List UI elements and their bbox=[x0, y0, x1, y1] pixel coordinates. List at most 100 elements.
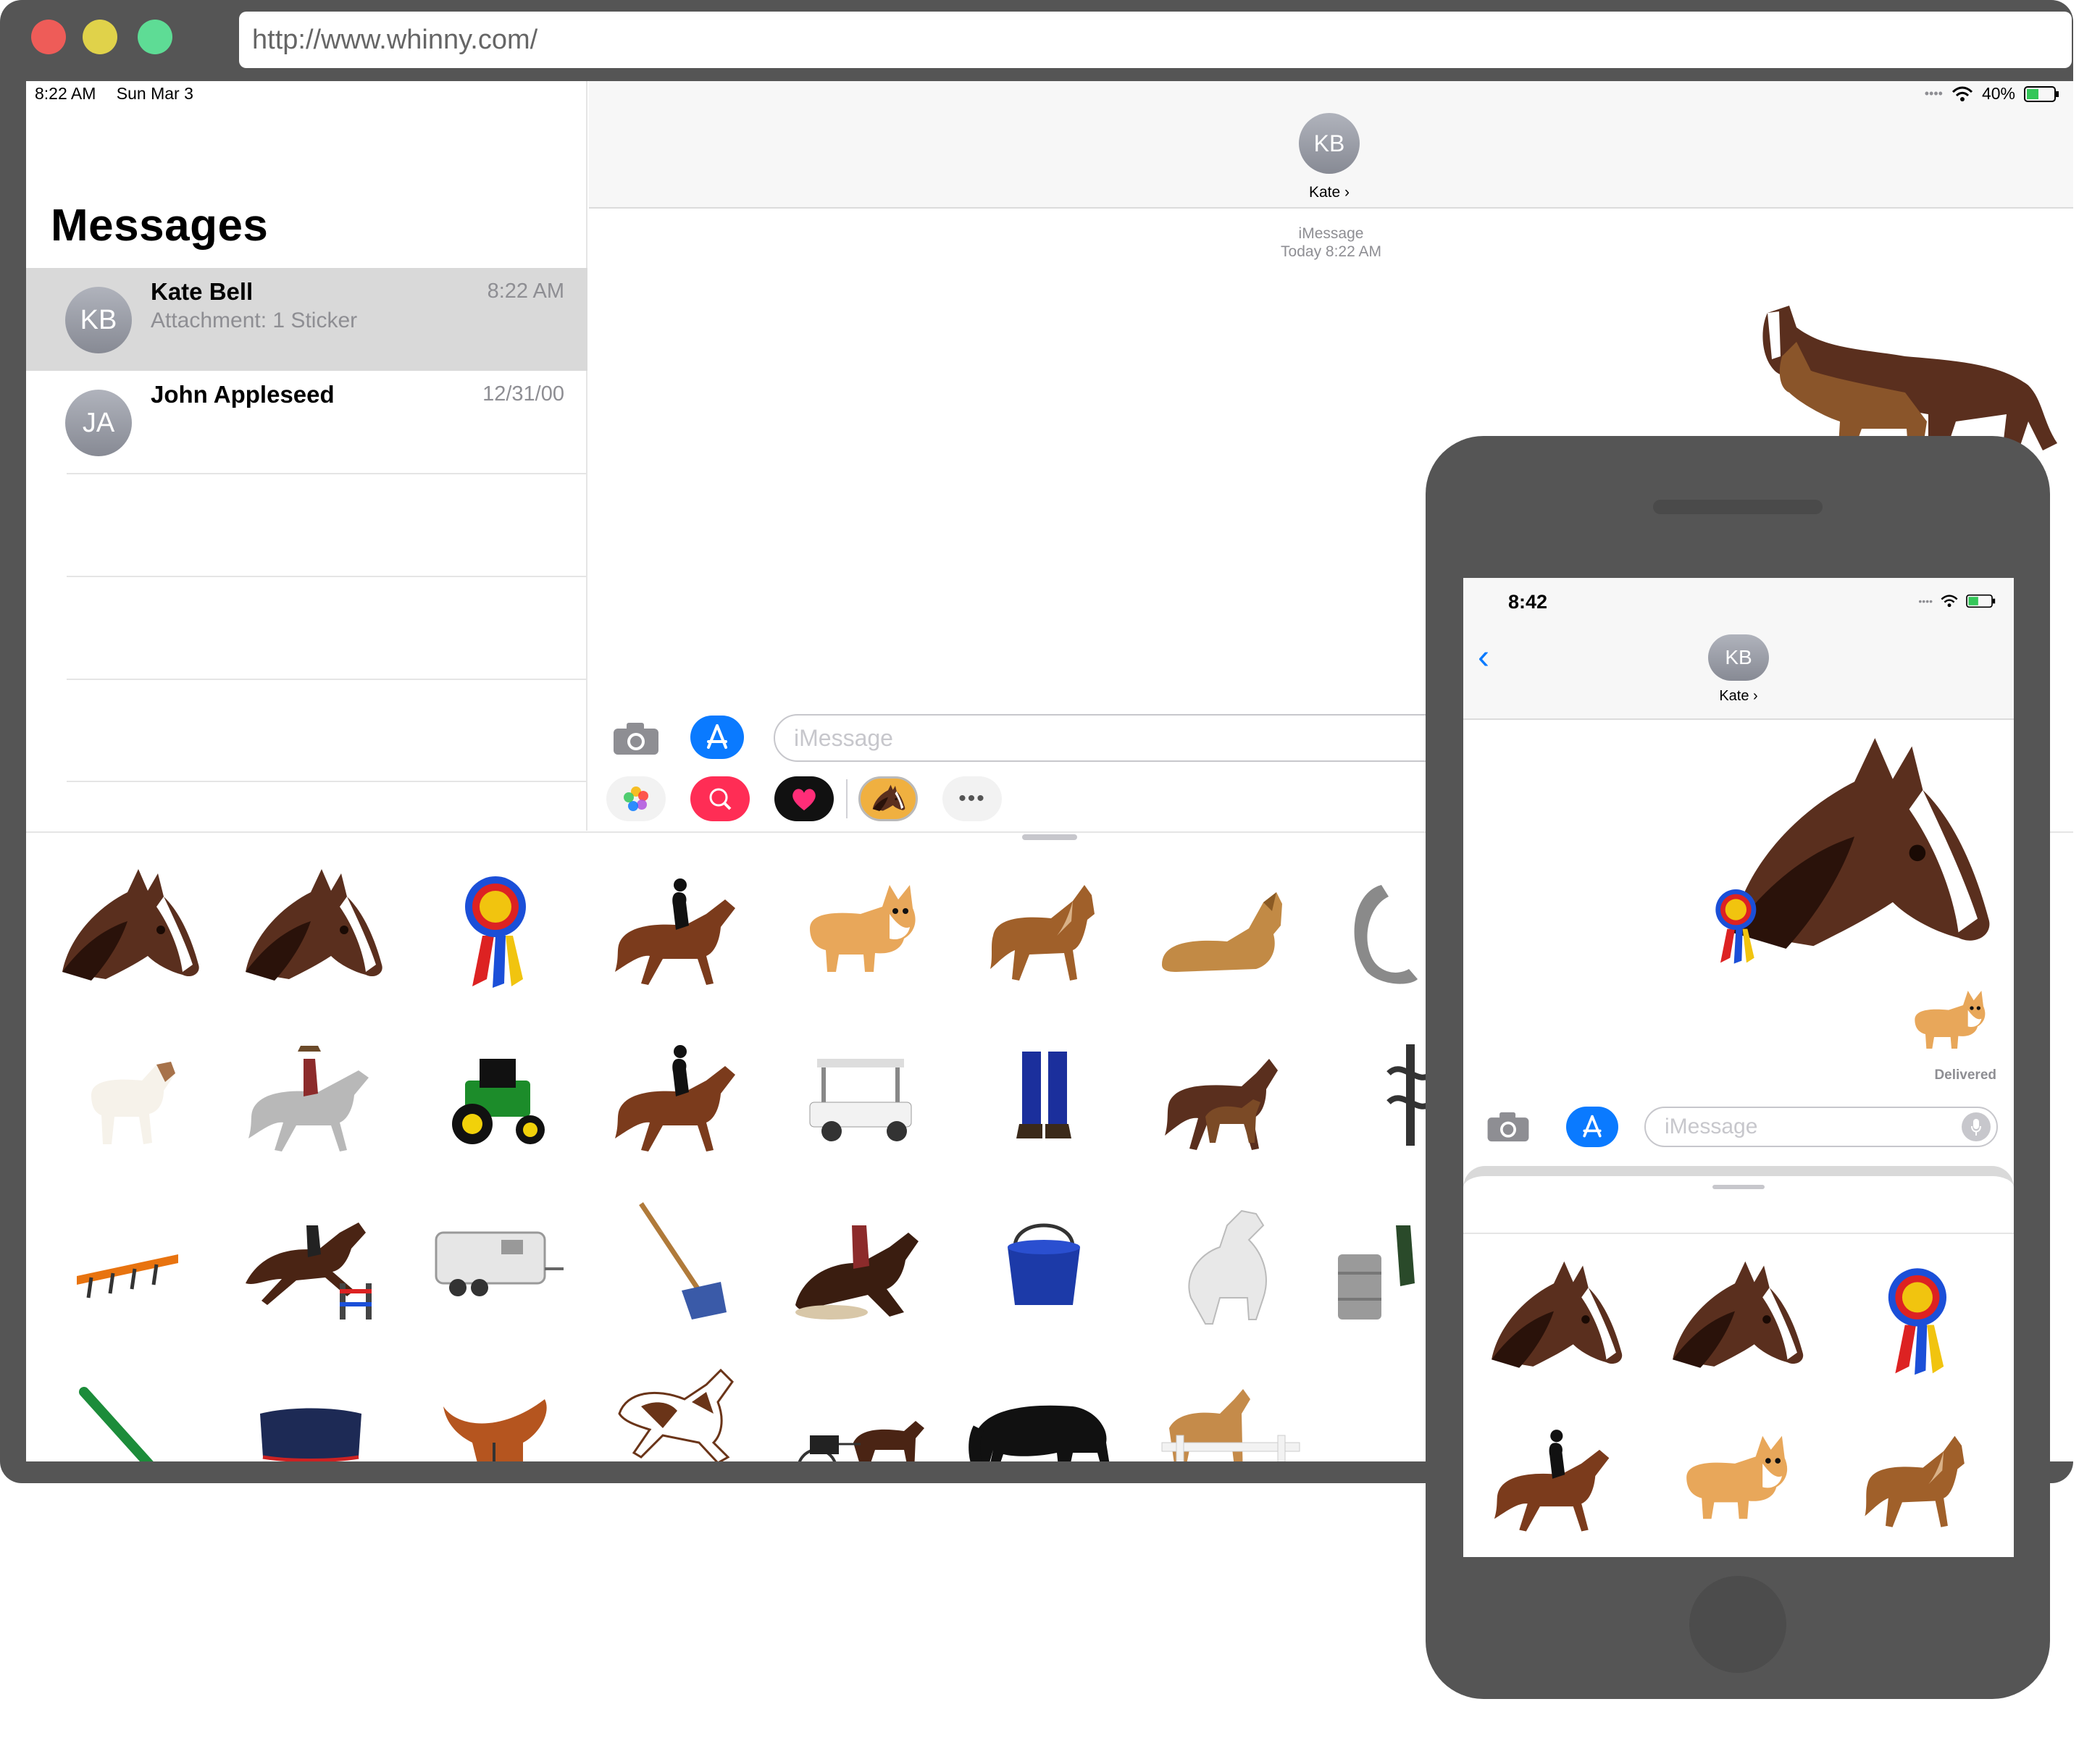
url-text: http://www.whinny.com/ bbox=[252, 24, 538, 55]
battery-percent: 40% bbox=[1981, 84, 2015, 103]
camera-icon bbox=[1487, 1112, 1529, 1142]
status-date: Sun Mar 3 bbox=[116, 84, 193, 103]
message-composer: iMessage ••• bbox=[589, 711, 1498, 831]
heart-icon bbox=[792, 789, 816, 810]
sticker-bucking-pinto[interactable] bbox=[598, 1341, 757, 1461]
list-divider bbox=[67, 576, 587, 577]
iphone-sticker-drawer bbox=[1463, 1166, 2014, 1557]
conversation-name: John Appleseed bbox=[151, 381, 335, 408]
sticker-horse-head[interactable] bbox=[1478, 1256, 1630, 1380]
image-search-app-button[interactable] bbox=[690, 776, 750, 821]
sticker-corgi[interactable] bbox=[1659, 1415, 1811, 1540]
iphone-status-time: 8:42 bbox=[1508, 591, 1548, 613]
conversation-time: 12/31/00 bbox=[482, 382, 564, 406]
sticker-horse-head-alt[interactable] bbox=[1659, 1256, 1811, 1380]
drawer-grab-handle[interactable] bbox=[1022, 834, 1077, 840]
sticker-pony[interactable] bbox=[964, 863, 1124, 994]
sticker-show-jumper[interactable] bbox=[231, 1196, 390, 1327]
iphone-screen: 8:42 •••• ‹ KB Kate › Delivered iMessage bbox=[1463, 578, 2014, 1557]
sticker-manure-fork[interactable] bbox=[598, 1196, 757, 1327]
sticker-reining-horse[interactable] bbox=[781, 1196, 940, 1327]
microphone-button[interactable] bbox=[1962, 1112, 1991, 1141]
sticker-feed-bucket[interactable] bbox=[964, 1196, 1124, 1327]
avatar: KB bbox=[65, 287, 132, 353]
sticker-grazing-horse[interactable] bbox=[964, 1363, 1124, 1461]
cellular-dots-icon: •••• bbox=[1924, 86, 1943, 101]
sticker-golf-cart[interactable] bbox=[781, 1030, 940, 1160]
list-divider bbox=[67, 781, 587, 782]
camera-button[interactable] bbox=[1485, 1111, 1531, 1146]
message-service-label: iMessage Today 8:22 AM bbox=[589, 225, 2073, 261]
camera-button[interactable] bbox=[611, 718, 661, 759]
photos-icon bbox=[624, 786, 648, 811]
sticker-tractor[interactable] bbox=[414, 1030, 574, 1160]
contact-avatar[interactable]: KB bbox=[1708, 634, 1769, 681]
conversation-preview: Attachment: 1 Sticker bbox=[151, 309, 358, 332]
sticker-dressage-rider[interactable] bbox=[1478, 1415, 1630, 1540]
conversation-header: KB Kate › bbox=[589, 81, 2073, 209]
sticker-jack-russell-terrier[interactable] bbox=[48, 1030, 207, 1160]
sticker-pony[interactable] bbox=[1840, 1415, 1992, 1540]
camera-icon bbox=[614, 723, 658, 755]
app-store-button[interactable] bbox=[1566, 1107, 1618, 1147]
status-bar-right: •••• 40% bbox=[1925, 84, 2060, 104]
whinny-sticker-app-button[interactable] bbox=[858, 776, 918, 821]
sticker-horse-at-fence[interactable] bbox=[1147, 1363, 1307, 1461]
conversation-name: Kate Bell bbox=[151, 278, 254, 305]
sticker-mare-and-foal[interactable] bbox=[1147, 1030, 1307, 1160]
message-input[interactable]: iMessage bbox=[774, 714, 1498, 762]
message-input-placeholder: iMessage bbox=[1665, 1115, 1758, 1138]
digital-touch-app-button[interactable] bbox=[774, 776, 834, 821]
back-chevron-icon[interactable]: ‹ bbox=[1478, 637, 1489, 677]
sticker-saddle[interactable] bbox=[414, 1363, 574, 1461]
iphone-status-icons: •••• bbox=[1918, 594, 1996, 608]
cellular-dots-icon: •••• bbox=[1918, 595, 1933, 607]
conversation-row-kate-bell[interactable]: KB Kate Bell Attachment: 1 Sticker 8:22 … bbox=[26, 268, 587, 371]
avatar: JA bbox=[65, 390, 132, 456]
conversation-list-pane: 8:22 AM Sun Mar 3 Messages KB Kate Bell … bbox=[26, 81, 587, 831]
sticker-rosette-ribbon[interactable] bbox=[414, 863, 574, 994]
conversation-row-john-appleseed[interactable]: JA John Appleseed 12/31/00 bbox=[26, 371, 587, 474]
close-window-button[interactable] bbox=[31, 20, 66, 54]
iphone-conversation-header: 8:42 •••• ‹ KB Kate › bbox=[1463, 578, 2014, 720]
drawer-grab-handle[interactable] bbox=[1712, 1185, 1765, 1189]
list-divider bbox=[67, 679, 587, 680]
sticker-dressage-rider[interactable] bbox=[598, 863, 757, 994]
message-input[interactable]: iMessage bbox=[1644, 1107, 1998, 1147]
contact-name[interactable]: Kate › bbox=[1299, 184, 1360, 201]
contact-name[interactable]: Kate › bbox=[1695, 688, 1782, 705]
contact-avatar[interactable]: KB bbox=[1299, 113, 1360, 174]
list-divider bbox=[67, 473, 587, 474]
more-icon: ••• bbox=[958, 786, 986, 810]
home-button[interactable] bbox=[1689, 1576, 1786, 1673]
sticker-corgi[interactable] bbox=[781, 863, 940, 994]
photos-app-button[interactable] bbox=[606, 776, 666, 821]
delivered-status: Delivered bbox=[1934, 1067, 1996, 1083]
more-apps-button[interactable]: ••• bbox=[942, 776, 1002, 821]
wifi-icon bbox=[1941, 595, 1958, 608]
sticker-lying-foal[interactable] bbox=[1147, 863, 1307, 994]
page-title: Messages bbox=[51, 201, 269, 251]
phone-speaker bbox=[1653, 500, 1823, 514]
sticker-harrow[interactable] bbox=[48, 1196, 207, 1327]
microphone-icon bbox=[1971, 1119, 1981, 1136]
sticker-white-horse[interactable] bbox=[1147, 1196, 1307, 1327]
sticker-horse-blanket[interactable] bbox=[231, 1363, 390, 1461]
maximize-window-button[interactable] bbox=[138, 20, 172, 54]
app-store-button[interactable] bbox=[690, 716, 744, 759]
url-bar[interactable]: http://www.whinny.com/ bbox=[239, 12, 2072, 68]
service-name: iMessage bbox=[1298, 225, 1364, 242]
sticker-leg-wraps[interactable] bbox=[964, 1030, 1124, 1160]
sticker-horse-trailer[interactable] bbox=[414, 1196, 574, 1327]
sticker-rosette-ribbon[interactable] bbox=[1840, 1256, 1992, 1380]
sent-sticker-corgi bbox=[1891, 976, 2007, 1063]
minimize-window-button[interactable] bbox=[83, 20, 117, 54]
sticker-dressage-horse[interactable] bbox=[598, 1030, 757, 1160]
sticker-carriage-driving[interactable] bbox=[781, 1363, 940, 1461]
sticker-horse-head-alt[interactable] bbox=[231, 863, 390, 994]
sticker-hoof-pick[interactable] bbox=[48, 1363, 207, 1461]
sticker-western-rider[interactable] bbox=[231, 1030, 390, 1160]
app-strip-divider bbox=[846, 779, 848, 818]
sticker-horse-head[interactable] bbox=[48, 863, 207, 994]
drawer-divider bbox=[1463, 1233, 2014, 1234]
